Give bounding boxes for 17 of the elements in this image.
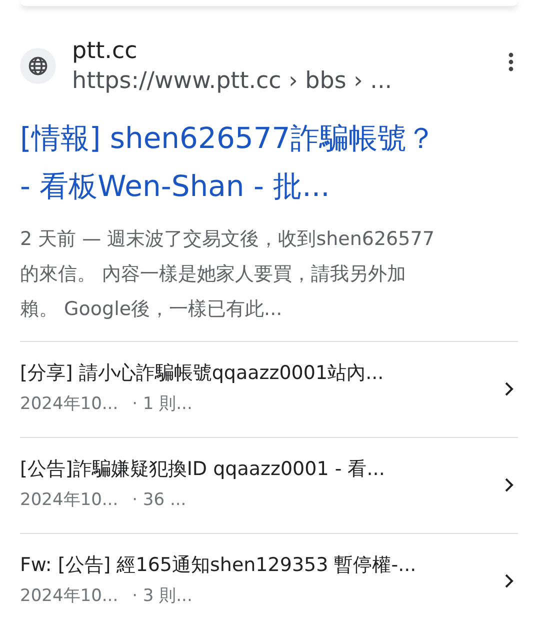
chevron-right-icon[interactable]	[504, 380, 514, 396]
sub-result-date: 2024年10...	[20, 393, 118, 416]
sub-result-link[interactable]: Fw: [公告] 經165通知shen129353 暫停權-...	[20, 550, 496, 581]
sub-result-link[interactable]: [分享] 請小心詐騙帳號qqaazz0001站內...	[20, 358, 496, 389]
globe-icon	[20, 48, 56, 84]
result-title-link[interactable]: [情報] shen626577詐騙帳號？ - 看板Wen-Shan - 批...	[20, 114, 440, 210]
chevron-right-icon[interactable]	[504, 572, 514, 588]
chevron-right-icon[interactable]	[504, 476, 514, 492]
sub-result-date: 2024年10...	[20, 585, 118, 608]
sub-result-date: 2024年10...	[20, 489, 118, 512]
sub-result-link[interactable]: [公告]詐騙嫌疑犯換ID qqaazz0001 - 看...	[20, 454, 496, 485]
sub-result-meta: · 36 ...	[132, 489, 186, 512]
site-name: ptt.cc	[72, 37, 138, 66]
sub-result-meta: · 3 則...	[132, 585, 192, 608]
site-url: https://www.ptt.cc › bbs › ...	[72, 67, 394, 96]
sub-result-meta: · 1 則...	[132, 393, 192, 416]
result-snippet: 2 天前 — 週末波了交易文後，收到shen626577的來信。 內容一樣是她家人要買，請我另外加賴。 Google後，一樣已有此...	[20, 227, 436, 322]
